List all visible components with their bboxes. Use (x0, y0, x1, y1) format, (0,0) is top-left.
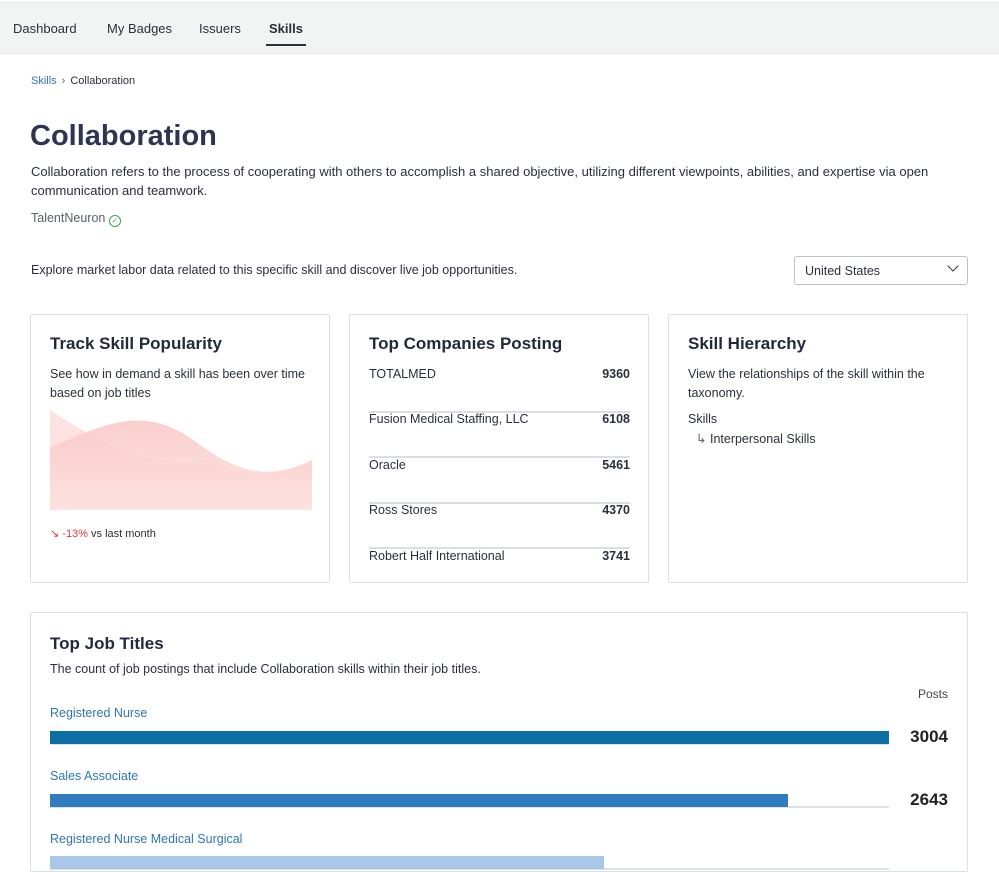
country-value: United States (805, 264, 880, 278)
company-count: 9360 (602, 367, 630, 381)
popularity-sparkline (50, 410, 312, 510)
company-row: Ross Stores 4370 (369, 503, 630, 549)
top-nav: Dashboard My Badges Issuers Skills (0, 2, 999, 54)
trend-down-icon: ↘ (50, 528, 59, 540)
hierarchy-subtitle: View the relationships of the skill with… (688, 365, 950, 403)
job-bar (50, 856, 604, 869)
hierarchy-child-label: Interpersonal Skills (710, 432, 816, 446)
popularity-title: Track Skill Popularity (50, 334, 222, 354)
hierarchy-card: Skill Hierarchy View the relationships o… (668, 314, 968, 583)
company-count: 5461 (602, 458, 630, 472)
job-count: 3004 (910, 727, 948, 747)
hierarchy-root: Skills (688, 412, 717, 426)
company-count: 3741 (602, 549, 630, 563)
job-title-link[interactable]: Sales Associate (50, 769, 138, 783)
posts-header: Posts (918, 687, 948, 701)
company-name: Robert Half International (369, 549, 505, 563)
company-row: Fusion Medical Staffing, LLC 6108 (369, 412, 630, 458)
country-select[interactable]: United States (794, 256, 968, 285)
job-bar (50, 794, 788, 807)
popularity-subtitle: See how in demand a skill has been over … (50, 365, 312, 403)
tab-issuers[interactable]: Issuers (199, 21, 241, 36)
area-series-2 (50, 421, 312, 510)
popularity-card: Track Skill Popularity See how in demand… (30, 314, 330, 583)
popularity-trend: ↘ -13% vs last month (50, 527, 156, 540)
hierarchy-child: ↳ Interpersonal Skills (696, 431, 816, 446)
top-job-titles-card: Top Job Titles The count of job postings… (30, 612, 968, 872)
company-row: TOTALMED 9360 (369, 367, 630, 413)
child-arrow-icon: ↳ (696, 432, 706, 446)
job-bar-track (50, 731, 889, 745)
company-name: Oracle (369, 458, 406, 472)
source-name: TalentNeuron (31, 211, 105, 225)
verified-icon: ✓ (109, 215, 121, 227)
job-bar-track (50, 856, 889, 870)
breadcrumb: Skills › Collaboration (31, 75, 135, 87)
company-name: Fusion Medical Staffing, LLC (369, 412, 529, 426)
company-row: Robert Half International 3741 (369, 549, 630, 595)
jobs-subtitle: The count of job postings that include C… (50, 662, 481, 676)
hierarchy-title: Skill Hierarchy (688, 334, 806, 354)
chevron-right-icon: › (62, 75, 66, 87)
explore-text: Explore market labor data related to thi… (31, 263, 517, 277)
company-name: Ross Stores (369, 503, 437, 517)
company-count: 4370 (602, 503, 630, 517)
company-count: 6108 (602, 412, 630, 426)
job-count: 2643 (910, 790, 948, 810)
company-name: TOTALMED (369, 367, 436, 381)
job-bar-track (50, 794, 889, 808)
tab-skills[interactable]: Skills (269, 21, 303, 36)
trend-label: vs last month (91, 528, 156, 540)
page-title: Collaboration (30, 120, 217, 153)
chevron-down-icon (947, 260, 958, 271)
companies-card: Top Companies Posting TOTALMED 9360 Fusio… (349, 314, 649, 583)
jobs-title: Top Job Titles (50, 634, 164, 654)
tab-my-badges[interactable]: My Badges (107, 21, 172, 36)
breadcrumb-skills-link[interactable]: Skills (31, 75, 57, 87)
companies-title: Top Companies Posting (369, 334, 562, 354)
tab-dashboard[interactable]: Dashboard (13, 21, 77, 36)
breadcrumb-current: Collaboration (70, 75, 135, 87)
skill-description: Collaboration refers to the process of c… (31, 162, 931, 200)
job-title-link[interactable]: Registered Nurse (50, 706, 147, 720)
skill-source: TalentNeuron ✓ (31, 211, 121, 227)
company-row: Oracle 5461 (369, 458, 630, 504)
job-title-link[interactable]: Registered Nurse Medical Surgical (50, 832, 242, 846)
trend-percent: -13% (62, 528, 88, 540)
job-bar (50, 731, 889, 744)
